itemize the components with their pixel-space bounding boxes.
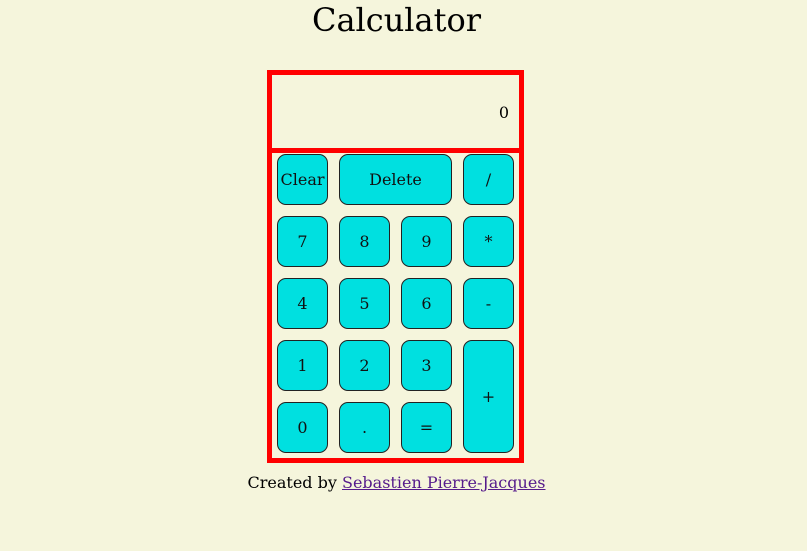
page-title: Calculator <box>311 1 482 39</box>
delete-button[interactable]: Delete <box>339 154 452 205</box>
clear-button[interactable]: Clear <box>277 154 328 205</box>
equals-button[interactable]: = <box>401 402 452 453</box>
divide-button[interactable]: / <box>463 154 514 205</box>
author-link[interactable]: Sebastien Pierre-Jacques <box>342 473 546 492</box>
one-button[interactable]: 1 <box>277 340 328 391</box>
five-button[interactable]: 5 <box>339 278 390 329</box>
multiply-button[interactable]: * <box>463 216 514 267</box>
eight-button[interactable]: 8 <box>339 216 390 267</box>
footer-prefix: Created by <box>247 473 342 492</box>
seven-button[interactable]: 7 <box>277 216 328 267</box>
six-button[interactable]: 6 <box>401 278 452 329</box>
four-button[interactable]: 4 <box>277 278 328 329</box>
display: 0 <box>272 75 519 153</box>
footer: Created by Sebastien Pierre-Jacques <box>0 473 793 493</box>
add-button[interactable]: + <box>463 340 514 453</box>
three-button[interactable]: 3 <box>401 340 452 391</box>
two-button[interactable]: 2 <box>339 340 390 391</box>
zero-button[interactable]: 0 <box>277 402 328 453</box>
calculator: 0 Clear Delete / 7 8 9 * 4 5 6 - 1 2 3 +… <box>267 70 524 463</box>
subtract-button[interactable]: - <box>463 278 514 329</box>
display-value: 0 <box>498 103 509 122</box>
nine-button[interactable]: 9 <box>401 216 452 267</box>
decimal-button[interactable]: . <box>339 402 390 453</box>
